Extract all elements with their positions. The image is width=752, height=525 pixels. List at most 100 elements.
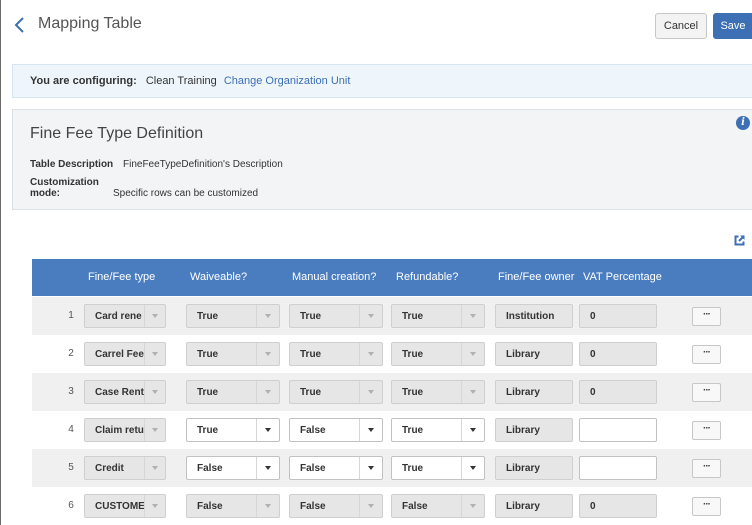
table-header: Fine/Fee type Waiveable? Manual creation… <box>32 259 752 296</box>
fine-fee-owner-value: Library <box>506 463 540 474</box>
caret-down-icon <box>368 504 374 508</box>
caret-down-icon <box>368 466 374 470</box>
waiveable-select[interactable]: True <box>186 380 280 404</box>
dropdown-divider <box>144 457 145 479</box>
waiveable-select[interactable]: True <box>186 304 280 328</box>
row-actions-button[interactable]: ··· <box>692 383 721 402</box>
fine-fee-owner-field: Library <box>495 494 573 518</box>
refundable-select[interactable]: True <box>391 304 485 328</box>
column-header-manual-creation[interactable]: Manual creation? <box>292 271 376 283</box>
column-header-fine-fee-type[interactable]: Fine/Fee type <box>88 271 155 283</box>
dropdown-divider <box>144 305 145 327</box>
vat-percentage-input[interactable] <box>579 456 657 480</box>
waiveable-select[interactable]: True <box>186 342 280 366</box>
waiveable-select[interactable]: True <box>186 418 280 442</box>
dropdown-divider <box>359 305 360 327</box>
fine-fee-type-select-value: Credit <box>95 463 124 474</box>
caret-down-icon <box>152 390 158 394</box>
manual-creation-select-value: True <box>300 311 322 322</box>
change-organization-unit-link[interactable]: Change Organization Unit <box>224 75 351 87</box>
waiveable-select-value: True <box>197 311 219 322</box>
caret-down-icon <box>265 504 271 508</box>
fine-fee-type-select[interactable]: Carrel Fee <box>84 342 166 366</box>
fine-fee-type-select[interactable]: Card rene <box>84 304 166 328</box>
dropdown-divider <box>359 419 360 441</box>
refundable-select-value: True <box>402 311 424 322</box>
window-edge <box>0 0 1 525</box>
configuring-banner: You are configuring: Clean Training Chan… <box>12 64 752 98</box>
manual-creation-select[interactable]: False <box>289 494 383 518</box>
waiveable-select-value: False <box>197 463 223 474</box>
fine-fee-owner-field: Institution <box>495 304 573 328</box>
caret-down-icon <box>265 390 271 394</box>
row-actions-button[interactable]: ··· <box>692 459 721 478</box>
fine-fee-owner-value: Library <box>506 387 540 398</box>
column-header-vat-percentage[interactable]: VAT Percentage <box>583 271 662 283</box>
fine-fee-type-select[interactable]: CUSTOME <box>84 494 166 518</box>
caret-down-icon <box>470 390 476 394</box>
caret-down-icon <box>470 314 476 318</box>
dropdown-divider <box>461 457 462 479</box>
fine-fee-type-select-value: Card rene <box>95 311 142 322</box>
row-actions-button[interactable]: ··· <box>692 345 721 364</box>
waiveable-select[interactable]: False <box>186 456 280 480</box>
caret-down-icon <box>265 466 271 470</box>
table-row: 4 Claim retu True False True Library ··· <box>32 411 752 449</box>
dropdown-divider <box>256 495 257 517</box>
waiveable-select-value: True <box>197 349 219 360</box>
manual-creation-select[interactable]: False <box>289 418 383 442</box>
table-row: 1 Card rene True True True Institution 0… <box>32 297 752 335</box>
dropdown-divider <box>256 343 257 365</box>
row-actions-button[interactable]: ··· <box>692 497 721 516</box>
fine-fee-type-select[interactable]: Claim retu <box>84 418 166 442</box>
dropdown-divider <box>359 457 360 479</box>
refundable-select[interactable]: True <box>391 418 485 442</box>
page-header: Mapping Table Cancel Save <box>1 0 752 52</box>
back-button[interactable] <box>13 15 27 35</box>
column-header-fine-fee-owner[interactable]: Fine/Fee owner <box>498 271 574 283</box>
fine-fee-type-select-value: CUSTOME <box>95 501 145 512</box>
dropdown-divider <box>461 343 462 365</box>
organization-unit-name: Clean Training <box>145 75 217 87</box>
manual-creation-select[interactable]: False <box>289 456 383 480</box>
column-header-refundable[interactable]: Refundable? <box>396 271 458 283</box>
waiveable-select[interactable]: False <box>186 494 280 518</box>
save-button[interactable]: Save <box>713 13 752 39</box>
manual-creation-select[interactable]: True <box>289 380 383 404</box>
refundable-select[interactable]: True <box>391 456 485 480</box>
row-number: 6 <box>68 500 74 511</box>
vat-percentage-value: 0 <box>590 501 596 512</box>
manual-creation-select[interactable]: True <box>289 304 383 328</box>
vat-percentage-value: 0 <box>590 387 596 398</box>
row-number: 3 <box>68 386 74 397</box>
refundable-select-value: True <box>402 349 424 360</box>
external-link-icon[interactable] <box>733 234 746 247</box>
caret-down-icon <box>152 466 158 470</box>
fine-fee-owner-field: Library <box>495 380 573 404</box>
row-actions-button[interactable]: ··· <box>692 421 721 440</box>
caret-down-icon <box>152 504 158 508</box>
refundable-select[interactable]: False <box>391 494 485 518</box>
column-header-waiveable[interactable]: Waiveable? <box>190 271 247 283</box>
waiveable-select-value: True <box>197 387 219 398</box>
definition-title: Fine Fee Type Definition <box>30 125 204 142</box>
row-actions-button[interactable]: ··· <box>692 307 721 326</box>
waiveable-select-value: True <box>197 425 219 436</box>
dropdown-divider <box>359 495 360 517</box>
caret-down-icon <box>470 428 476 432</box>
vat-percentage-input[interactable] <box>579 418 657 442</box>
info-icon[interactable]: i <box>736 116 750 130</box>
refundable-select[interactable]: True <box>391 380 485 404</box>
fine-fee-type-select[interactable]: Case Rent <box>84 380 166 404</box>
manual-creation-select[interactable]: True <box>289 342 383 366</box>
vat-percentage-value: 0 <box>590 311 596 322</box>
caret-down-icon <box>152 352 158 356</box>
table-row: 6 CUSTOME False False False Library 0 ··… <box>32 487 752 525</box>
table-row: 5 Credit False False True Library ··· <box>32 449 752 487</box>
refundable-select[interactable]: True <box>391 342 485 366</box>
cancel-button[interactable]: Cancel <box>655 13 707 39</box>
fine-fee-type-select[interactable]: Credit <box>84 456 166 480</box>
fine-fee-owner-field: Library <box>495 418 573 442</box>
fine-fee-owner-field: Library <box>495 456 573 480</box>
chevron-left-icon <box>14 17 24 33</box>
